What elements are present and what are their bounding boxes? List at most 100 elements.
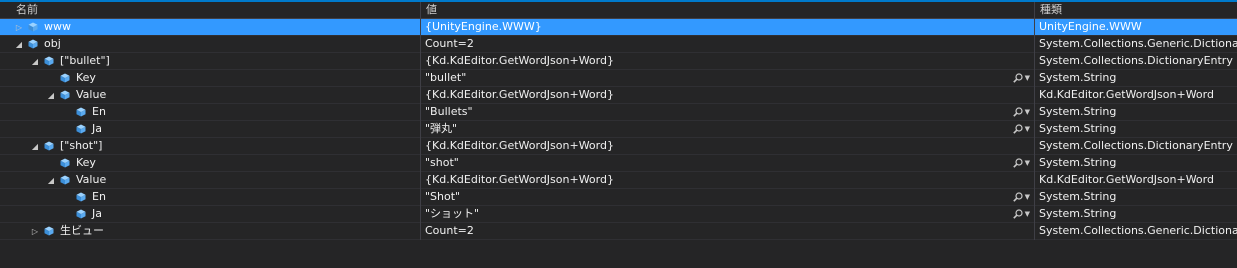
variable-value: "shot" xyxy=(425,156,459,169)
tree-row[interactable]: Key "bullet" ▼ System.String xyxy=(0,70,1237,87)
value-cell[interactable]: {Kd.KdEditor.GetWordJson+Word} xyxy=(420,53,1034,70)
dropdown-arrow-icon[interactable]: ▼ xyxy=(1025,104,1030,121)
variable-value: Count=2 xyxy=(425,37,474,50)
name-cell: En xyxy=(0,189,420,206)
magnifier-icon[interactable] xyxy=(1012,107,1023,117)
collapse-arrow-icon[interactable]: ◢ xyxy=(46,172,56,189)
visualizer-tools: ▼ xyxy=(1012,189,1030,206)
tree-row[interactable]: ▷ www {UnityEngine.WWW} UnityEngine.WWW xyxy=(0,19,1237,36)
value-cell[interactable]: "Bullets" ▼ xyxy=(420,104,1034,121)
name-cell: ▷ www xyxy=(0,19,420,36)
tree-row[interactable]: ▷ 生ビュー Count=2 System.Collections.Generic.D… xyxy=(0,223,1237,240)
value-cell[interactable]: Count=2 xyxy=(420,36,1034,53)
type-cell: System.Collections.Generic.Dictionary xyxy=(1034,36,1237,53)
object-cube-icon xyxy=(44,56,54,66)
dropdown-arrow-icon[interactable]: ▼ xyxy=(1025,155,1030,172)
name-cell: ◢ Value xyxy=(0,87,420,104)
type-cell: Kd.KdEditor.GetWordJson+Word xyxy=(1034,87,1237,104)
variable-name: Ja xyxy=(92,207,102,220)
value-cell[interactable]: "Shot" ▼ xyxy=(420,189,1034,206)
collapse-arrow-icon[interactable]: ◢ xyxy=(30,53,40,70)
variable-name: En xyxy=(92,190,106,203)
magnifier-icon[interactable] xyxy=(1012,192,1023,202)
tree-row[interactable]: En "Shot" ▼ System.String xyxy=(0,189,1237,206)
tree-row[interactable]: Ja "弾丸" ▼ System.String xyxy=(0,121,1237,138)
value-cell[interactable]: "ショット" ▼ xyxy=(420,206,1034,223)
variable-name: Ja xyxy=(92,122,102,135)
name-cell: Ja xyxy=(0,121,420,138)
collapse-arrow-icon[interactable]: ◢ xyxy=(14,36,24,53)
name-cell: ◢ ["shot"] xyxy=(0,138,420,155)
visualizer-tools: ▼ xyxy=(1012,121,1030,138)
column-header-name[interactable]: 名前 xyxy=(0,2,420,18)
variable-name: Key xyxy=(76,71,96,84)
expand-arrow-icon[interactable]: ▷ xyxy=(14,19,24,36)
object-cube-icon xyxy=(76,192,86,202)
tree-row[interactable]: ◢ Value {Kd.KdEditor.GetWordJson+Word} Kd.K… xyxy=(0,87,1237,104)
variable-value: {Kd.KdEditor.GetWordJson+Word} xyxy=(425,139,614,152)
object-cube-icon xyxy=(28,22,38,32)
magnifier-icon[interactable] xyxy=(1012,209,1023,219)
object-cube-icon xyxy=(44,141,54,151)
variable-name: Value xyxy=(76,88,107,101)
dropdown-arrow-icon[interactable]: ▼ xyxy=(1025,121,1030,138)
object-cube-icon xyxy=(44,226,54,236)
variable-name: ["bullet"] xyxy=(60,54,110,67)
type-cell: System.Collections.Generic.Dictionary xyxy=(1034,223,1237,240)
value-cell[interactable]: "弾丸" ▼ xyxy=(420,121,1034,138)
object-cube-icon xyxy=(76,124,86,134)
type-cell: System.Collections.DictionaryEntry xyxy=(1034,53,1237,70)
variable-value: {Kd.KdEditor.GetWordJson+Word} xyxy=(425,173,614,186)
tree-row[interactable]: En "Bullets" ▼ System.String xyxy=(0,104,1237,121)
type-cell: System.String xyxy=(1034,121,1237,138)
variable-tree: ▷ www {UnityEngine.WWW} UnityEngine.WWW ◢ obj… xyxy=(0,19,1237,240)
tree-row[interactable]: ◢ Value {Kd.KdEditor.GetWordJson+Word} Kd.K… xyxy=(0,172,1237,189)
value-cell[interactable]: {UnityEngine.WWW} xyxy=(420,19,1034,36)
type-cell: System.Collections.DictionaryEntry xyxy=(1034,138,1237,155)
magnifier-icon[interactable] xyxy=(1012,124,1023,134)
dropdown-arrow-icon[interactable]: ▼ xyxy=(1025,70,1030,87)
name-cell: Ja xyxy=(0,206,420,223)
value-cell[interactable]: {Kd.KdEditor.GetWordJson+Word} xyxy=(420,138,1034,155)
value-cell[interactable]: "shot" ▼ xyxy=(420,155,1034,172)
variable-name: obj xyxy=(44,37,61,50)
type-cell: Kd.KdEditor.GetWordJson+Word xyxy=(1034,172,1237,189)
name-cell: Key xyxy=(0,155,420,172)
magnifier-icon[interactable] xyxy=(1012,73,1023,83)
variable-value: {UnityEngine.WWW} xyxy=(425,20,542,33)
name-cell: ◢ ["bullet"] xyxy=(0,53,420,70)
expand-arrow-icon[interactable]: ▷ xyxy=(30,223,40,240)
value-cell[interactable]: "bullet" ▼ xyxy=(420,70,1034,87)
tree-row[interactable]: ◢ ["bullet"] {Kd.KdEditor.GetWordJson+Word… xyxy=(0,53,1237,70)
visualizer-tools: ▼ xyxy=(1012,155,1030,172)
variable-name: www xyxy=(44,20,71,33)
value-cell[interactable]: {Kd.KdEditor.GetWordJson+Word} xyxy=(420,172,1034,189)
collapse-arrow-icon[interactable]: ◢ xyxy=(46,87,56,104)
variable-name: 生ビュー xyxy=(60,224,104,237)
type-cell: System.String xyxy=(1034,189,1237,206)
dropdown-arrow-icon[interactable]: ▼ xyxy=(1025,206,1030,223)
dropdown-arrow-icon[interactable]: ▼ xyxy=(1025,189,1030,206)
type-cell: System.String xyxy=(1034,155,1237,172)
object-cube-icon xyxy=(60,73,70,83)
empty-area xyxy=(0,240,1237,264)
type-cell: System.String xyxy=(1034,70,1237,87)
name-cell: ◢ Value xyxy=(0,172,420,189)
variable-value: "bullet" xyxy=(425,71,467,84)
tree-row[interactable]: ◢ obj Count=2 System.Collections.Generic.Di… xyxy=(0,36,1237,53)
tree-row[interactable]: ◢ ["shot"] {Kd.KdEditor.GetWordJson+Word} S… xyxy=(0,138,1237,155)
column-header-type[interactable]: 種類 xyxy=(1034,2,1237,18)
magnifier-icon[interactable] xyxy=(1012,158,1023,168)
value-cell[interactable]: {Kd.KdEditor.GetWordJson+Word} xyxy=(420,87,1034,104)
value-cell[interactable]: Count=2 xyxy=(420,223,1034,240)
visualizer-tools: ▼ xyxy=(1012,206,1030,223)
object-cube-icon xyxy=(76,209,86,219)
collapse-arrow-icon[interactable]: ◢ xyxy=(30,138,40,155)
variable-value: "弾丸" xyxy=(425,122,458,135)
tree-row[interactable]: Ja "ショット" ▼ System.String xyxy=(0,206,1237,223)
object-cube-icon xyxy=(60,90,70,100)
type-cell: UnityEngine.WWW xyxy=(1034,19,1237,36)
tree-row[interactable]: Key "shot" ▼ System.String xyxy=(0,155,1237,172)
column-header-value[interactable]: 値 xyxy=(420,2,1034,18)
variable-name: Key xyxy=(76,156,96,169)
